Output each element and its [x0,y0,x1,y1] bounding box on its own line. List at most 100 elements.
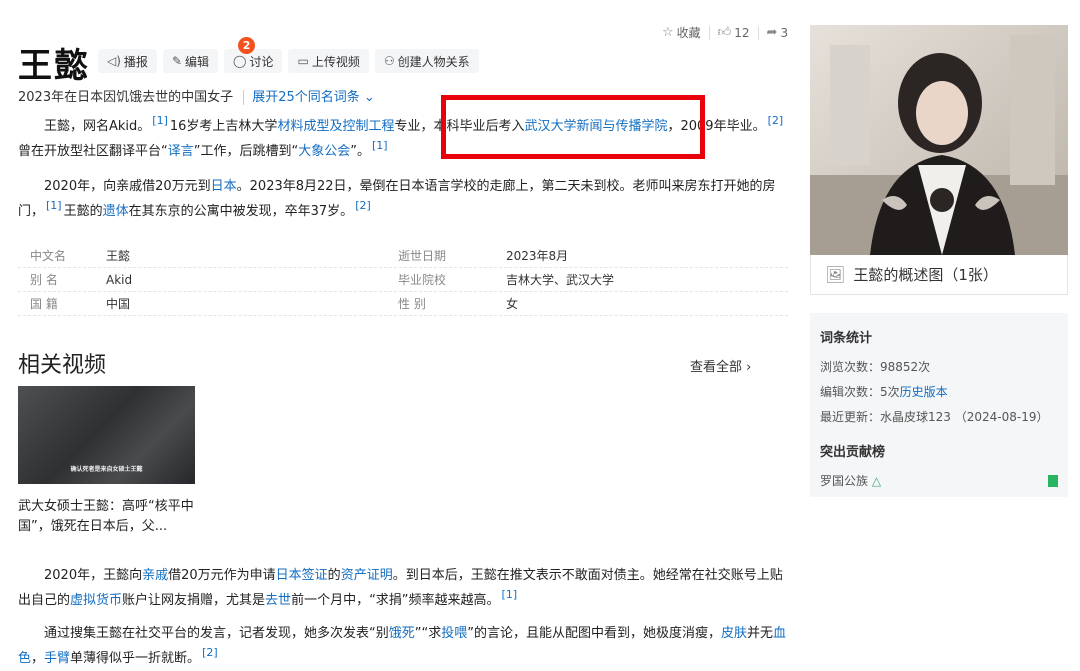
view-count: 浏览次数：98852次 [820,360,931,374]
info-value-link[interactable]: 中国 [106,295,398,312]
broadcast-label: 播报 [123,54,148,69]
expand-homonyms-link[interactable]: 展开25个同名词条 ⌄ [243,90,375,105]
link-virtual-currency[interactable]: 虚拟货币 [70,593,122,608]
text: 的 [327,568,341,583]
body-paragraph-4: 通过搜集王懿在社交平台的发言，记者发现，她多次发表“别饿死”“求投喂”的言论，且… [18,621,788,671]
citation-link[interactable]: [2] [768,114,784,127]
link-remains[interactable]: 遗体 [103,204,129,219]
contrib-title: 突出贡献榜 [820,445,886,460]
link-death[interactable]: 去世 [265,593,291,608]
expand-label: 展开25个同名词条 [252,90,360,105]
citation-link[interactable]: [1] [152,114,168,127]
info-key: 国 籍 [30,297,58,311]
history-version-link[interactable]: 历史版本 [900,385,948,399]
pencil-icon: ✎ [171,54,182,68]
see-all-label: 查看全部 [690,360,743,375]
link-japan-visa[interactable]: 日本签证 [276,568,328,583]
text: ”的言论，且能从配图中看到，她极度消瘦， [467,626,722,641]
video-caption: 确认死者是来自女硕士王懿 [70,466,143,473]
info-value: Akid [106,272,133,287]
link-asset-proof[interactable]: 资产证明 [341,568,393,583]
entry-toolbar: ◁) 播报 ✎ 编辑 2 ◯ 讨论 ▭ 上传视频 ⚇ 创建人物关系 [98,37,479,73]
link-skin[interactable]: 皮肤 [721,626,747,641]
link-elephant-guild[interactable]: 大象公会 [298,144,350,159]
text: 账户让网友捐赠，尤其是 [122,593,266,608]
edit-label: 编辑 [185,54,210,69]
last-update: 最近更新：水晶皮球123 （2024-08-19） [820,410,1049,424]
create-relation-label: 创建人物关系 [397,54,470,69]
related-videos-heading: 相关视频 [18,353,107,378]
text: 2020年，王懿向 [44,568,143,583]
create-relation-button[interactable]: ⚇ 创建人物关系 [374,49,479,73]
link-arm[interactable]: 手臂 [44,651,70,666]
citation-link[interactable]: [2] [202,646,218,659]
bookmark-icon[interactable] [1048,474,1058,487]
page-title: 王懿 [18,46,90,86]
summary-paragraph-2: 2020年，向亲戚借20万元到日本。2023年8月22日，晕倒在日本语言学校的走… [18,174,788,224]
info-key: 毕业院校 [398,273,447,287]
share-count[interactable]: 3 [780,26,788,40]
basic-info-table: 中文名 王懿 逝世日期 2023年8月 别 名 Akid 毕业院校 吉林大学、武… [18,244,788,316]
citation-link[interactable]: [2] [355,199,371,212]
thumbs-up-icon[interactable]: 👍︎ [718,25,732,40]
info-value: 王懿 [106,249,131,263]
info-value: 女 [506,297,519,311]
edit-count: 编辑次数：5次历史版本 [820,383,1058,400]
level-triangle-icon: △ [871,474,882,488]
discuss-badge: 2 [238,37,256,54]
info-key: 逝世日期 [398,249,447,263]
like-count[interactable]: 12 [734,26,749,40]
speaker-icon: ◁) [107,54,121,68]
discuss-button[interactable]: 2 ◯ 讨论 [224,37,283,73]
citation-link[interactable]: [1] [46,199,62,212]
stats-title: 词条统计 [820,331,873,346]
text: ”“求 [414,626,442,641]
see-all-link[interactable]: 查看全部 › [690,356,751,375]
text: 在其东京的公寓中被发现，卒年37岁。 [128,204,354,219]
link-yeeyan[interactable]: 译言 [168,144,194,159]
info-key: 性 别 [398,297,426,311]
link-relatives[interactable]: 亲戚 [142,568,168,583]
star-icon[interactable]: ☆ [662,25,674,40]
text: 王懿，网名Akid。 [44,119,151,134]
link-material-forming[interactable]: 材料成型及控制工程 [277,119,394,134]
chevron-right-icon: › [746,360,752,375]
text: 通过搜集王懿在社交平台的发言，记者发现，她多次发表“别 [44,626,389,641]
body-paragraph-3: 2020年，王懿向亲戚借20万元作为申请日本签证的资产证明。到日本后，王懿在推文… [18,563,788,613]
text: 前一个月中，“求捐”频率越来越高。 [291,593,500,608]
edit-button[interactable]: ✎ 编辑 [162,49,219,73]
video-thumbnail[interactable]: 确认死者是来自女硕士王懿 [18,386,195,484]
citation-link[interactable]: [1] [502,588,518,601]
share-icon[interactable]: ➦ [767,25,778,40]
broadcast-button[interactable]: ◁) 播报 [98,49,157,73]
chevron-down-icon: ⌄ [363,90,375,105]
link-feed[interactable]: 投喂 [441,626,467,641]
image-icon: 🖼︎ [825,265,846,284]
edit-count-text: 编辑次数：5次 [820,385,900,399]
collect-button[interactable]: 收藏 [677,24,701,41]
link-japan[interactable]: 日本 [211,179,237,194]
divider [757,25,759,40]
summary-photo[interactable] [810,25,1068,255]
top-actions: ☆ 收藏 👍︎ 12 ➦ 3 [662,24,788,41]
info-row: 国 籍 中国 性 别 女 [18,292,788,316]
citation-link[interactable]: [1] [372,139,388,152]
info-value: 2023年8月 [506,249,569,263]
text: ”。 [350,144,371,159]
subtitle-text: 2023年在日本因饥饿去世的中国女子 [18,90,234,105]
contributor-row: 罗国公族 △ [820,472,1058,489]
info-row: 中文名 王懿 逝世日期 2023年8月 [18,244,788,268]
entry-subtitle: 2023年在日本因饥饿去世的中国女子 展开25个同名词条 ⌄ [18,86,375,105]
text: 借20万元作为申请 [168,568,276,583]
upload-video-button[interactable]: ▭ 上传视频 [288,49,369,73]
photo-album-link[interactable]: 🖼︎ 王懿的概述图（1张） [810,255,1068,295]
info-value-link[interactable]: 吉林大学、武汉大学 [506,271,788,288]
contributor-name[interactable]: 罗国公族 [820,474,868,488]
text: 并无 [747,626,774,641]
video-title-link[interactable]: 武大女硕士王懿：高呼“核平中国”，饿死在日本后，父... [18,497,198,537]
divider [708,25,710,40]
text: ”工作，后跳槽到“ [193,144,299,159]
video-camera-icon: ▭ [297,54,309,68]
text: 王懿的 [63,204,103,219]
link-starve[interactable]: 饿死 [389,626,415,641]
